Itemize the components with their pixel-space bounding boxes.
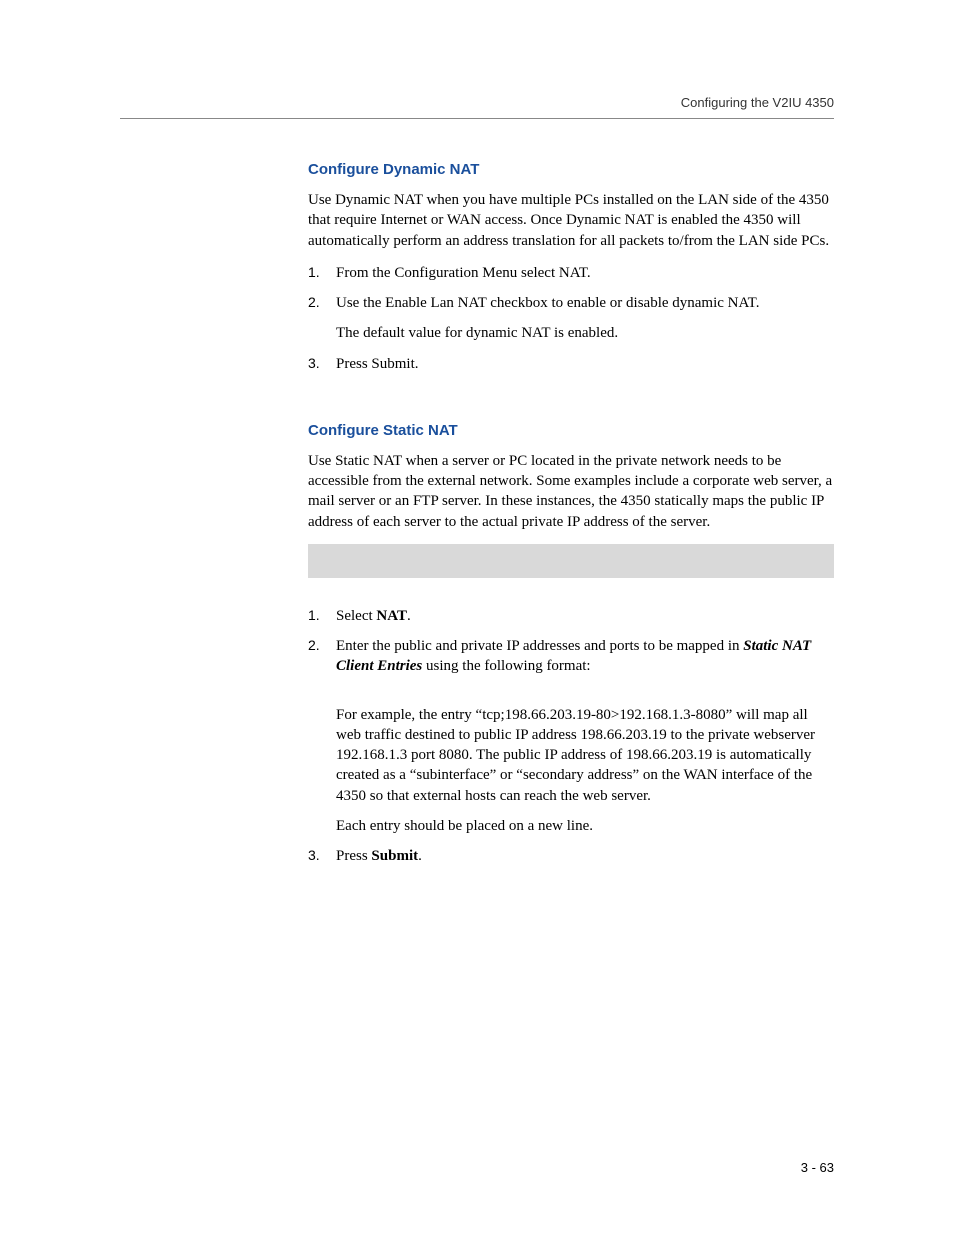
step-text: Use the Enable Lan NAT checkbox to enabl…: [336, 295, 759, 311]
step-suffix: using the following format:: [422, 658, 590, 674]
step-text: Enter the public and private IP addresse…: [336, 638, 743, 654]
step-sub-text: Each entry should be placed on a new lin…: [336, 816, 834, 836]
step-item: Use the Enable Lan NAT checkbox to enabl…: [308, 293, 834, 344]
section-intro: Use Dynamic NAT when you have multiple P…: [308, 190, 834, 251]
steps-list-dynamic: From the Configuration Menu select NAT. …: [308, 263, 834, 374]
step-suffix: .: [407, 608, 411, 624]
step-suffix: .: [418, 848, 422, 864]
grey-band: [308, 544, 834, 578]
step-item: Select NAT.: [308, 606, 834, 626]
header-rule: [120, 118, 834, 119]
step-text: From the Configuration Menu select NAT.: [336, 265, 591, 281]
step-text: Press: [336, 848, 371, 864]
step-sub-text: The default value for dynamic NAT is ena…: [336, 323, 834, 343]
content-area: Configure Dynamic NAT Use Dynamic NAT wh…: [308, 161, 834, 866]
step-bold: Submit: [371, 848, 418, 864]
section-intro: Use Static NAT when a server or PC locat…: [308, 451, 834, 532]
step-sub-text: For example, the entry “tcp;198.66.203.1…: [336, 705, 834, 806]
step-item: From the Configuration Menu select NAT.: [308, 263, 834, 283]
step-bold: NAT: [376, 608, 407, 624]
section-heading-dynamic-nat: Configure Dynamic NAT: [308, 161, 834, 178]
steps-list-static: Select NAT. Enter the public and private…: [308, 606, 834, 867]
step-text: Select: [336, 608, 376, 624]
step-text: Press Submit.: [336, 356, 419, 372]
running-header: Configuring the V2IU 4350: [120, 95, 834, 110]
step-item: Enter the public and private IP addresse…: [308, 636, 834, 836]
section-heading-static-nat: Configure Static NAT: [308, 422, 834, 439]
document-page: Configuring the V2IU 4350 Configure Dyna…: [0, 0, 954, 866]
page-number: 3 - 63: [801, 1160, 834, 1175]
step-item: Press Submit.: [308, 354, 834, 374]
step-item: Press Submit.: [308, 846, 834, 866]
